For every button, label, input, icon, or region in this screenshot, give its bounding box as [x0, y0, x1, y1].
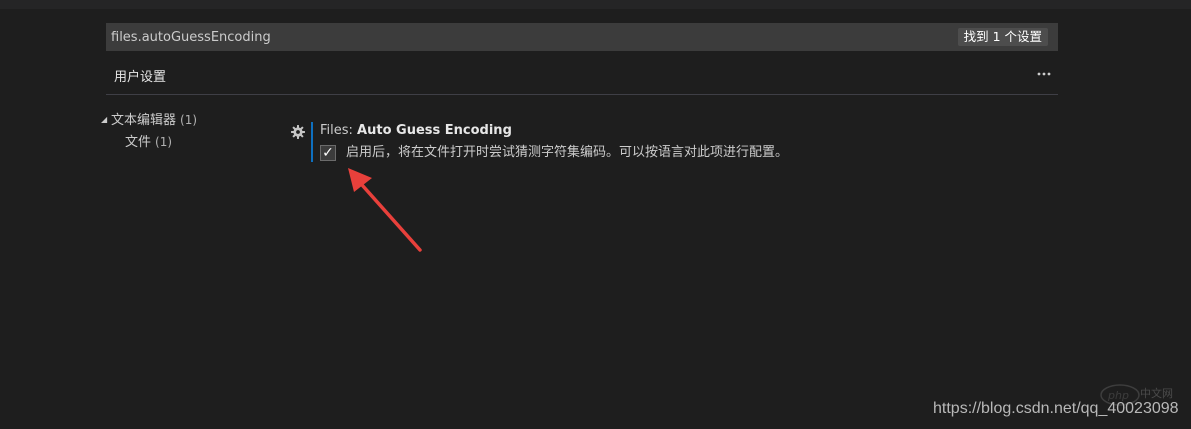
tab-user-settings-label: 用户设置 — [114, 70, 167, 85]
watermark-url: https://blog.csdn.net/qq_40023098 — [933, 400, 1179, 417]
toc-item-count: (1) — [180, 113, 198, 127]
toc-item-count: (1) — [155, 135, 173, 149]
auto-guess-encoding-checkbox[interactable]: ✓ — [320, 145, 336, 161]
watermark-site-name: 中文网 — [1140, 387, 1173, 400]
tab-user-settings[interactable]: 用户设置 — [106, 66, 175, 95]
search-result-count-badge: 找到 1 个设置 — [957, 28, 1048, 46]
setting-title: Files: Auto Guess Encoding — [320, 122, 512, 140]
title-bar — [0, 0, 1191, 9]
setting-name: Auto Guess Encoding — [357, 123, 512, 138]
search-input[interactable] — [106, 23, 926, 51]
setting-category: Files: — [320, 123, 358, 138]
modified-indicator-bar — [311, 122, 313, 162]
toc-item-files[interactable]: 文件 (1) — [125, 133, 172, 152]
expanded-caret-icon: ◢ — [101, 115, 108, 124]
gear-icon[interactable] — [290, 124, 306, 140]
toc-item-label: 文件 — [125, 135, 152, 150]
ellipsis-icon — [1037, 72, 1051, 76]
annotation-arrow — [348, 168, 422, 252]
toc-item-text-editor[interactable]: ◢ 文本编辑器 (1) — [101, 111, 197, 130]
more-actions-button[interactable] — [1034, 66, 1054, 86]
toc-item-label: 文本编辑器 — [111, 113, 177, 128]
check-icon: ✓ — [322, 145, 334, 161]
header-divider — [106, 94, 1058, 95]
settings-search-box[interactable]: 找到 1 个设置 — [106, 23, 1058, 51]
